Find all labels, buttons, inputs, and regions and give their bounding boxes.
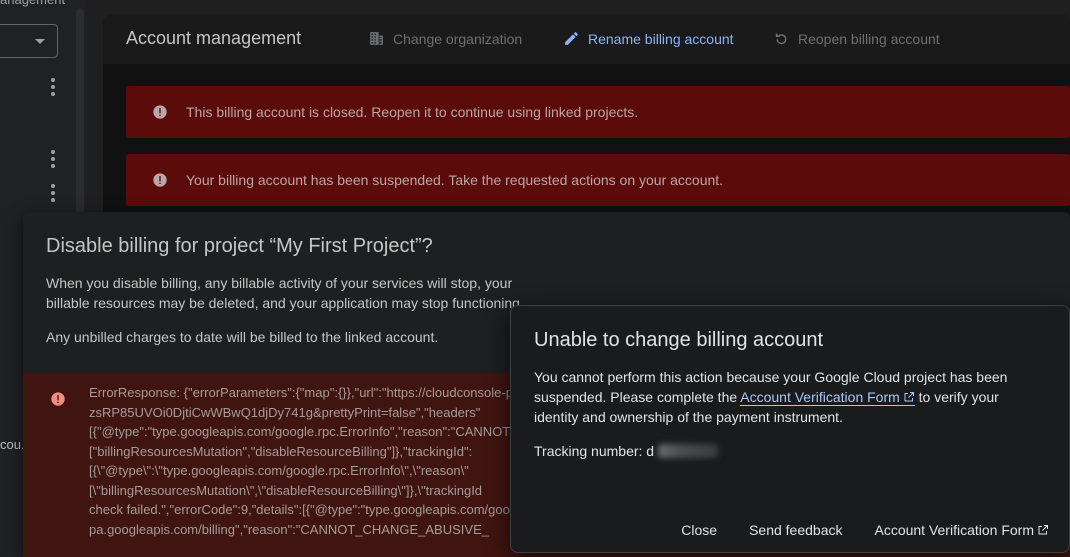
sidebar-truncated-label: cou.: [0, 437, 25, 452]
close-button[interactable]: Close: [665, 520, 733, 540]
error-icon: [153, 173, 167, 187]
error-line: [{"@type":"type.googleapis.com/google.rp…: [89, 424, 529, 439]
error-line: zsRP85UVOi0DjtiCwWBwQ1djDy741g&prettyPri…: [89, 404, 481, 420]
error-response-text: ErrorResponse: {"errorParameters":{"map"…: [89, 383, 529, 539]
sidebar-title: anagement: [0, 0, 65, 7]
reopen-billing-account-label: Reopen billing account: [798, 30, 940, 47]
closed-account-banner: This billing account is closed. Reopen i…: [126, 86, 1070, 138]
more-vert-icon[interactable]: [50, 184, 56, 202]
change-organization-button[interactable]: Change organization: [368, 30, 522, 47]
open-in-new-icon: [1038, 525, 1048, 535]
error-icon: [153, 105, 167, 119]
toolbar: Account management Change organization R…: [103, 14, 1070, 64]
tracking-label: Tracking number: d: [534, 443, 655, 459]
error-line: check failed.","errorCode":9,"details":[…: [89, 502, 528, 517]
banner-text: This billing account is closed. Reopen i…: [186, 104, 639, 120]
organization-icon: [370, 32, 383, 45]
suspended-account-banner: Your billing account has been suspended.…: [126, 154, 1070, 206]
reopen-billing-account-button[interactable]: Reopen billing account: [773, 30, 940, 47]
dialog-title: Disable billing for project “My First Pr…: [46, 235, 433, 257]
open-in-new-icon: [904, 392, 914, 402]
more-vert-icon[interactable]: [50, 150, 56, 168]
more-vert-icon[interactable]: [50, 78, 56, 96]
unable-to-change-billing-dialog: Unable to change billing account You can…: [510, 305, 1070, 553]
dialog-paragraph: When you disable billing, any billable a…: [46, 275, 524, 311]
tracking-number: Tracking number: d: [534, 443, 719, 459]
error-line: ["billingResourcesMutation","disableReso…: [89, 443, 473, 459]
banner-text: Your billing account has been suspended.…: [186, 172, 724, 188]
dialog-paragraph: Any unbilled charges to date will be bil…: [46, 329, 439, 345]
sidebar-select[interactable]: [0, 24, 58, 58]
page-title: Account management: [126, 28, 302, 48]
chevron-down-icon: [35, 39, 45, 44]
button-label: Account Verification Form: [874, 522, 1034, 538]
rename-billing-account-label: Rename billing account: [588, 30, 734, 47]
account-verification-link[interactable]: Account Verification Form: [740, 389, 915, 406]
error-icon: [51, 392, 65, 406]
app-root: anagement cou. Account management Change…: [0, 0, 1070, 557]
sidebar-scrollbar[interactable]: [76, 8, 84, 218]
error-line: ErrorResponse: {"errorParameters":{"map"…: [89, 385, 529, 400]
dialog-body: You cannot perform this action because y…: [534, 367, 1039, 427]
reopen-icon: [775, 32, 787, 45]
link-label: Account Verification Form: [740, 389, 900, 405]
error-line: pa.googleapis.com/billing","reason":"CAN…: [89, 521, 489, 537]
error-line: [{\"@type\":\"type.googleapis.com/google…: [89, 463, 469, 478]
change-organization-label: Change organization: [393, 30, 523, 47]
error-line: [\"billingResourcesMutation\",\"disableR…: [89, 482, 483, 498]
edit-pencil-icon: [565, 32, 578, 45]
dialog-title: Unable to change billing account: [534, 329, 824, 351]
account-verification-form-button[interactable]: Account Verification Form: [858, 520, 1069, 540]
dialog-actions: Close Send feedback Account Verification…: [665, 520, 1069, 540]
rename-billing-account-button[interactable]: Rename billing account: [563, 30, 734, 47]
redacted-tracking-value: [658, 444, 719, 458]
send-feedback-button[interactable]: Send feedback: [733, 520, 858, 540]
